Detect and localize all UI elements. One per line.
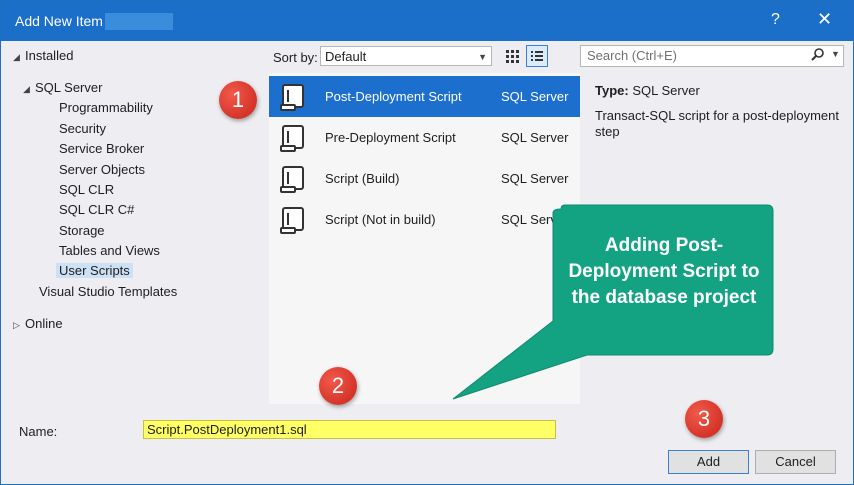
add-new-item-dialog: Add New Item - ? ✕ ◢ Installed ◢ SQL Serve… (0, 0, 854, 485)
callout-text: Adding Post-Deployment Script to the dat… (568, 235, 760, 308)
step-badge-1: 1 (219, 81, 257, 119)
step-badge-3: 3 (685, 400, 723, 438)
step-badge-2: 2 (319, 367, 357, 405)
